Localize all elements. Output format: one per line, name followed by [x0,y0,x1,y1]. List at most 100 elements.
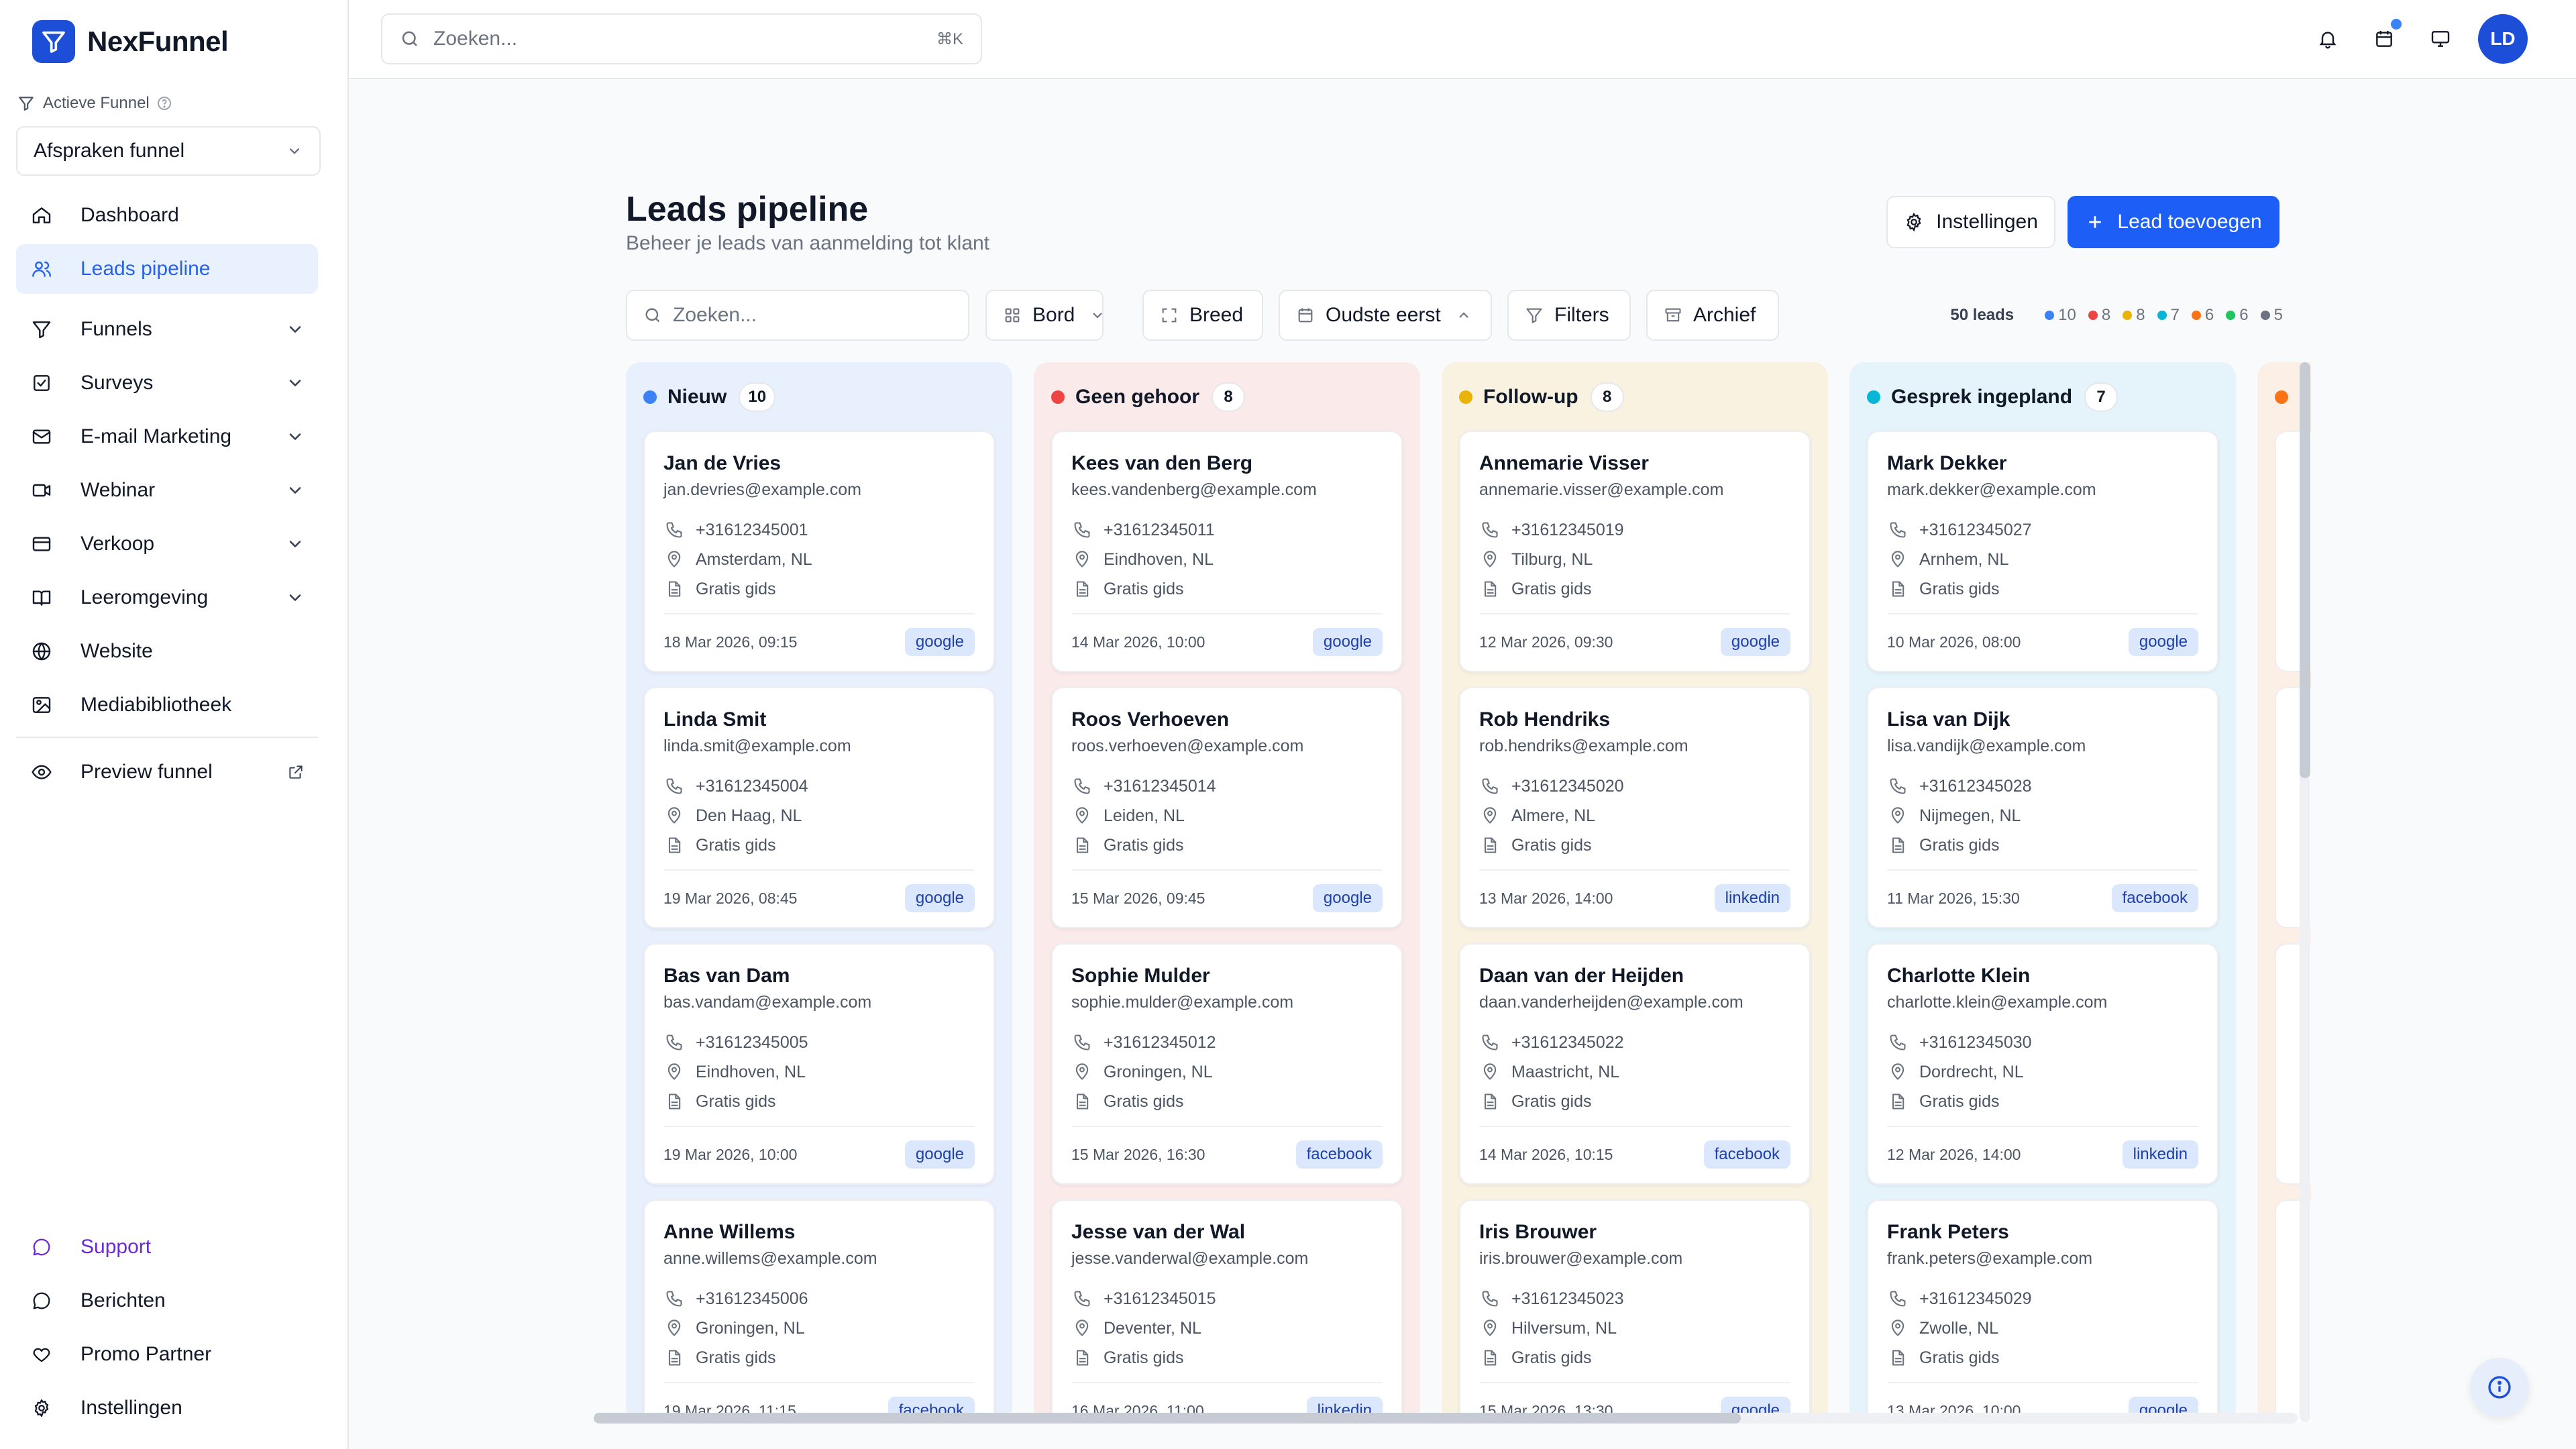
map-pin-icon [1075,1063,1089,1080]
global-search-input[interactable]: Zoeken... ⌘K [381,13,982,64]
column-dot [1867,390,1880,404]
lead-card[interactable]: Kees van den Berg kees.vandenberg@example… [1051,431,1403,672]
sidebar-item-leeromgeving[interactable]: Leeromgeving [16,573,318,623]
lead-email: roos.verhoeven@example.com [1071,737,1304,755]
map-pin-icon [1483,1063,1497,1080]
lead-total: 50 leads [1950,306,2015,324]
chevron-down-icon [289,541,301,547]
sidebar-item-verkoop[interactable]: Verkoop [16,519,318,569]
lead-location: Hilversum, NL [1479,1316,1617,1340]
sidebar-item-dashboard[interactable]: Dashboard [16,191,318,240]
sidebar-item-preview-funnel[interactable]: Preview funnel [16,747,318,797]
sidebar-item-funnels[interactable]: Funnels [16,305,318,354]
notifications-button[interactable] [2300,13,2356,64]
sidebar-item-surveys[interactable]: Surveys [16,358,318,408]
display-button[interactable] [2412,13,2469,64]
lead-location: Den Haag, NL [663,804,802,828]
lead-card[interactable]: Rob Hendriks rob.hendriks@example.com +316… [1459,687,1811,928]
lead-source: Gratis gids [663,1089,775,1114]
lead-channel-tag: linkedin [1714,884,1790,912]
map-pin-icon [667,551,681,568]
settings-button[interactable]: Instellingen [1886,196,2055,248]
lead-card[interactable]: Annemarie Visser annemarie.visser@example… [1459,431,1811,672]
sidebar-item-mediabibliotheek[interactable]: Mediabibliotheek [16,680,318,730]
kanban-column-nieuw: Nieuw 10 Jan de Vries jan.devries@example.c… [626,362,1012,1422]
video-icon [32,484,51,497]
archive-button[interactable]: Archief [1646,290,1779,341]
sidebar-item-instellingen[interactable]: Instellingen [16,1383,318,1433]
lead-card[interactable]: Anne Willems anne.willems@example.com +316… [643,1199,995,1422]
lead-card[interactable]: Mark Dekker mark.dekker@example.com +31612… [1867,431,2218,672]
map-pin-icon [667,1320,681,1336]
lead-card[interactable]: Bas van Dam bas.vandam@example.com +316123… [643,943,995,1185]
sidebar-item-webinar[interactable]: Webinar [16,466,318,515]
chevron-down-icon [289,148,300,154]
gear-icon [34,1399,49,1417]
horizontal-scrollbar[interactable] [594,1413,2298,1424]
column-dot [643,390,657,404]
lead-card[interactable]: Jan de Vries jan.devries@example.com +3161… [643,431,995,672]
archive-button-label: Archief [1693,304,1756,326]
map-pin-icon [1891,1063,1904,1080]
sidebar-item-label: Website [80,640,153,662]
vertical-scroll-thumb[interactable] [2300,362,2310,778]
calendar-button[interactable] [2356,13,2412,64]
kanban-column-gesprek-ingepland: Gesprek ingepland 7 Mark Dekker mark.dekker… [1849,362,2236,1422]
view-select[interactable]: Bord [985,290,1104,341]
sidebar-item-promo-partner[interactable]: Promo Partner [16,1330,318,1379]
funnel-select[interactable]: Afspraken funnel [16,126,321,176]
sidebar-item-support[interactable]: Support [16,1222,318,1272]
lead-name: Iris Brouwer [1479,1221,1597,1243]
lead-email: lisa.vandijk@example.com [1887,737,2086,755]
app-logo[interactable]: NexFunnel [32,20,229,63]
kanban-column-geen-gehoor: Geen gehoor 8 Kees van den Berg kees.vanden… [1034,362,1420,1422]
stage-count: 7 [2157,306,2180,325]
info-button[interactable] [2470,1358,2529,1417]
lead-phone: +31612345020 [1479,774,1624,798]
board-toolbar: Zoeken... Bord Breed Oudste eerst Filter… [626,290,2283,341]
lead-card[interactable]: Linda Smit linda.smit@example.com +3161234… [643,687,995,928]
lead-phone: +31612345011 [1071,518,1215,542]
global-search-placeholder: Zoeken... [433,28,518,50]
map-pin-icon [1891,551,1904,568]
lead-location: Amsterdam, NL [663,547,812,572]
horizontal-scroll-thumb[interactable] [594,1413,1741,1424]
lead-card[interactable]: Roos Verhoeven roos.verhoeven@example.com… [1051,687,1403,928]
sidebar-item-e-mail-marketing[interactable]: E-mail Marketing [16,412,318,462]
document-icon [1892,837,1904,853]
board-search-input[interactable]: Zoeken... [626,290,969,341]
lead-email: annemarie.visser@example.com [1479,480,1724,499]
lead-card[interactable]: Iris Brouwer iris.brouwer@example.com +316… [1459,1199,1811,1422]
chat-icon [33,1238,50,1256]
lead-location: Tilburg, NL [1479,547,1593,572]
lead-stats: 50 leads 10 8 8 7 6 6 5 [1950,290,2283,341]
vertical-scrollbar[interactable] [2300,362,2310,1422]
mail-icon [32,429,51,444]
sidebar-item-berichten[interactable]: Berichten [16,1276,318,1326]
document-icon [1076,1350,1089,1366]
lead-name: Jan de Vries [663,452,782,474]
lead-card[interactable]: Charlotte Klein charlotte.klein@example.c… [1867,943,2218,1185]
sidebar-item-label: E-mail Marketing [80,425,232,447]
filters-button[interactable]: Filters [1507,290,1631,341]
lead-card[interactable]: Frank Peters frank.peters@example.com +316… [1867,1199,2218,1422]
lead-card[interactable]: Jesse van der Wal jesse.vanderwal@example… [1051,1199,1403,1422]
help-icon [157,97,171,110]
sort-select[interactable]: Oudste eerst [1279,290,1492,341]
avatar[interactable]: LD [2478,14,2528,64]
lead-card[interactable]: Lisa van Dijk lisa.vandijk@example.com +31… [1867,687,2218,928]
add-lead-button[interactable]: Lead toevoegen [2068,196,2279,248]
stage-dot [2157,311,2167,320]
lead-source: Gratis gids [1479,1346,1591,1370]
sidebar-item-website[interactable]: Website [16,627,318,676]
lead-location: Eindhoven, NL [663,1060,806,1084]
lead-card[interactable]: Sophie Mulder sophie.mulder@example.com +3… [1051,943,1403,1185]
sidebar-item-leads-pipeline[interactable]: Leads pipeline [16,244,318,294]
lead-name: Jesse van der Wal [1071,1221,1246,1243]
lead-location: Arnhem, NL [1887,547,2008,572]
wide-toggle-button[interactable]: Breed [1142,290,1263,341]
document-icon [668,581,681,597]
lead-name: Mark Dekker [1887,452,2007,474]
lead-card[interactable]: Daan van der Heijden daan.vanderheijden@e… [1459,943,1811,1185]
map-pin-icon [1483,1320,1497,1336]
